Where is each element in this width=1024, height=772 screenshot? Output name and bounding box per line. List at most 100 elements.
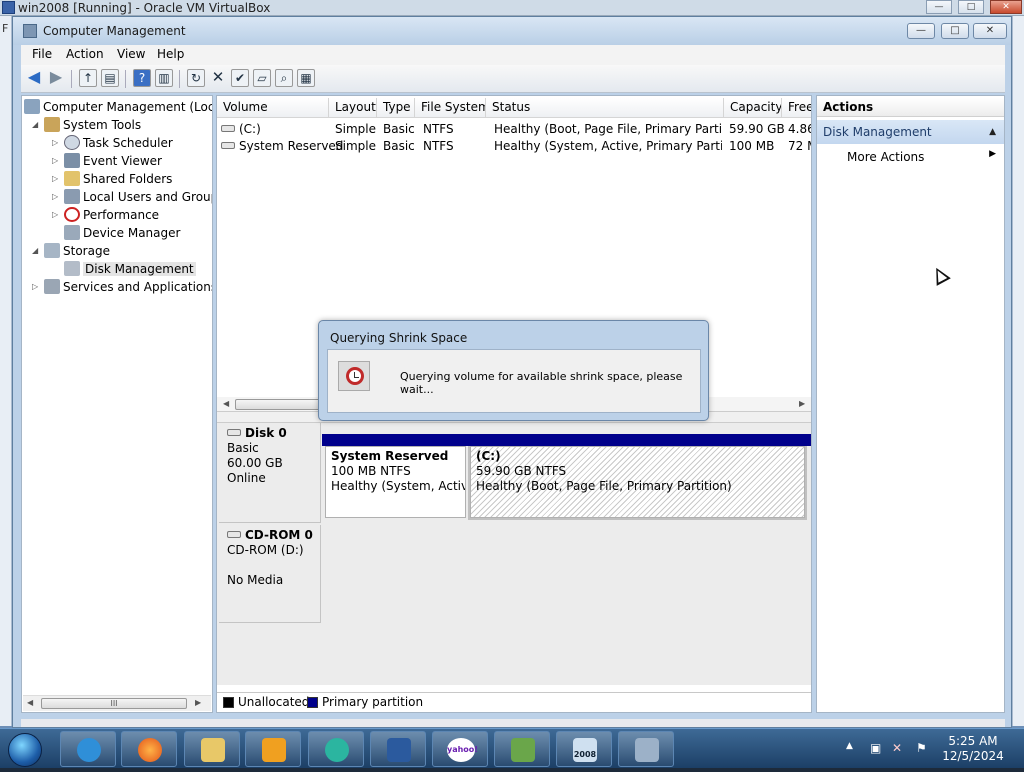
column-header-status[interactable]: Status	[486, 98, 724, 117]
collapse-up-icon[interactable]: ▲	[989, 120, 996, 144]
taskbar-explorer[interactable]	[184, 731, 240, 767]
column-header-layout[interactable]: Layout	[329, 98, 377, 117]
partition-name: (C:)	[476, 449, 501, 463]
taskbar-computer-management[interactable]	[618, 731, 674, 767]
volume-cell: System Reserved	[221, 137, 343, 155]
properties-icon[interactable]: ✔	[231, 69, 249, 87]
show-hide-tree-icon[interactable]: ▤	[101, 69, 119, 87]
table-row[interactable]: (C:) Simple Basic NTFS Healthy (Boot, Pa…	[217, 120, 811, 138]
taskbar: yahoo! 2008 ▲ ▣ ✕ ⚑ 5:25 AM 12/5/2024	[0, 728, 1024, 768]
disk-name-text: Disk 0	[245, 426, 287, 440]
expand-arrow-icon[interactable]: ▷	[52, 206, 58, 224]
up-folder-icon[interactable]: ↑	[79, 69, 97, 87]
tree-item-task-scheduler[interactable]: ▷ Task Scheduler	[52, 134, 173, 152]
show-hidden-icons-icon[interactable]: ▲	[846, 741, 853, 751]
tree-item-disk-management[interactable]: Disk Management	[64, 260, 196, 278]
host-minimize-button[interactable]: —	[926, 0, 952, 14]
toolbar-separator	[179, 70, 180, 88]
tree-item-services[interactable]: ▷ Services and Applications	[32, 278, 213, 296]
column-header-type[interactable]: Type	[377, 98, 415, 117]
collapse-arrow-icon[interactable]: ◢	[32, 242, 38, 260]
maximize-button[interactable]: □	[941, 23, 969, 39]
column-header-free[interactable]: Free	[782, 98, 811, 117]
tree-label: Services and Applications	[63, 280, 213, 294]
taskbar-server-2008[interactable]: 2008	[556, 731, 612, 767]
taskbar-app-teal[interactable]	[308, 731, 364, 767]
tree-item-local-users[interactable]: ▷ Local Users and Groups	[52, 188, 212, 206]
taskbar-media-player[interactable]	[245, 731, 301, 767]
submenu-arrow-icon[interactable]: ▶	[989, 149, 996, 159]
start-button[interactable]	[8, 733, 42, 767]
cdrom-0-label[interactable]: CD-ROM 0 CD-ROM (D:) No Media	[219, 525, 321, 623]
menu-bar: File Action View Help	[21, 45, 1005, 65]
delete-icon[interactable]: ✕	[209, 69, 227, 87]
taskbar-yahoo[interactable]: yahoo!	[432, 731, 488, 767]
taskbar-internet-explorer[interactable]	[60, 731, 116, 767]
tree-item-performance[interactable]: ▷ Performance	[52, 206, 159, 224]
table-row[interactable]: System Reserved Simple Basic NTFS Health…	[217, 137, 811, 155]
column-header-file-system[interactable]: File System	[415, 98, 486, 117]
taskbar-virtualbox[interactable]	[370, 731, 426, 767]
column-header-volume[interactable]: Volume	[217, 98, 329, 117]
expand-arrow-icon[interactable]: ▷	[52, 188, 58, 206]
system-tray: ▲ ▣ ✕ ⚑ 5:25 AM 12/5/2024	[840, 729, 1024, 769]
collapse-arrow-icon[interactable]: ◢	[32, 116, 38, 134]
open-folder-icon[interactable]: ▱	[253, 69, 271, 87]
services-icon	[44, 279, 60, 294]
toolbar-separator	[71, 70, 72, 88]
network-icon[interactable]: ▣	[870, 741, 881, 755]
search-icon[interactable]: ⌕	[275, 69, 293, 87]
teal-app-icon	[325, 738, 349, 762]
clock-icon	[338, 361, 370, 391]
taskbar-firefox[interactable]	[121, 731, 177, 767]
tree-item-storage[interactable]: ◢ Storage	[32, 242, 110, 260]
menu-help[interactable]: Help	[157, 47, 184, 61]
tree-item-root[interactable]: Computer Management (Local	[24, 98, 212, 116]
expand-arrow-icon[interactable]: ▷	[52, 170, 58, 188]
expand-arrow-icon[interactable]: ▷	[32, 278, 38, 296]
tree-item-shared-folders[interactable]: ▷ Shared Folders	[52, 170, 172, 188]
show-hide-action-pane-icon[interactable]: ▥	[155, 69, 173, 87]
scroll-left-arrow-icon[interactable]: ◀	[27, 698, 33, 707]
scroll-thumb[interactable]: III	[41, 698, 187, 709]
minimize-button[interactable]: —	[907, 23, 935, 39]
cdrom-name-text: CD-ROM 0	[245, 528, 313, 542]
refresh-icon[interactable]: ↻	[187, 69, 205, 87]
action-center-flag-icon[interactable]: ⚑	[916, 741, 927, 755]
scroll-right-arrow-icon[interactable]: ▶	[799, 399, 805, 408]
menu-file[interactable]: File	[32, 47, 52, 61]
volume-muted-icon[interactable]: ✕	[892, 741, 902, 755]
back-arrow-icon[interactable]: ◀	[25, 69, 43, 87]
scroll-left-arrow-icon[interactable]: ◀	[223, 399, 229, 408]
column-header-capacity[interactable]: Capacity	[724, 98, 782, 117]
forward-arrow-icon[interactable]: ▶	[47, 69, 65, 87]
scroll-right-arrow-icon[interactable]: ▶	[195, 698, 201, 707]
host-right-scrollbar[interactable]	[1012, 16, 1024, 726]
tree-item-event-viewer[interactable]: ▷ Event Viewer	[52, 152, 162, 170]
disk-properties-icon[interactable]: ▦	[297, 69, 315, 87]
tree-label: Performance	[83, 208, 160, 222]
virtualbox-title: win2008 [Running] - Oracle VM VirtualBox	[18, 1, 271, 15]
disk-size: 60.00 GB	[227, 456, 283, 470]
menu-view[interactable]: View	[117, 47, 145, 61]
actions-pane: Actions Disk Management ▲ More Actions ▶	[816, 95, 1005, 713]
close-button[interactable]: ✕	[973, 23, 1007, 39]
tree-item-system-tools[interactable]: ◢ System Tools	[32, 116, 141, 134]
tree-item-device-manager[interactable]: Device Manager	[64, 224, 180, 242]
host-close-button[interactable]: ✕	[990, 0, 1022, 14]
yahoo-icon: yahoo!	[447, 738, 478, 762]
tree-horizontal-scrollbar[interactable]: ◀ III ▶	[23, 695, 211, 711]
disk-0-label[interactable]: Disk 0 Basic 60.00 GB Online	[219, 423, 321, 523]
expand-arrow-icon[interactable]: ▷	[52, 152, 58, 170]
expand-arrow-icon[interactable]: ▷	[52, 134, 58, 152]
help-icon[interactable]: ?	[133, 69, 151, 87]
tray-clock[interactable]: 5:25 AM 12/5/2024	[940, 734, 1006, 764]
taskbar-network-app[interactable]	[494, 731, 550, 767]
menu-action[interactable]: Action	[66, 47, 104, 61]
primary-partition-swatch	[307, 697, 318, 708]
host-maximize-button[interactable]: □	[958, 0, 984, 14]
more-actions-link[interactable]: More Actions	[847, 148, 924, 166]
partition-system-reserved[interactable]: System Reserved 100 MB NTFS Healthy (Sys…	[325, 446, 466, 518]
partition-c-drive[interactable]: (C:) 59.90 GB NTFS Healthy (Boot, Page F…	[468, 444, 807, 520]
actions-group-disk-management[interactable]: Disk Management ▲	[817, 120, 1004, 144]
